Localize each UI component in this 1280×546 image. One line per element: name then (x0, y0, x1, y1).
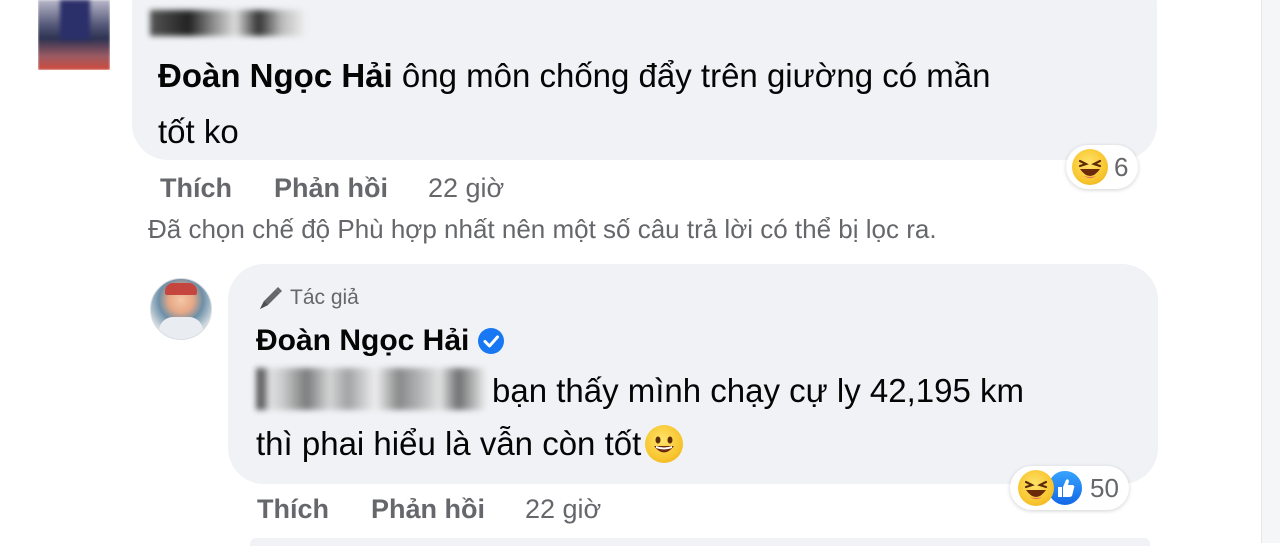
like-button[interactable]: Thích (257, 494, 329, 525)
reply-button[interactable]: Phản hồi (371, 494, 485, 525)
reply-reaction-summary[interactable]: 50 (1010, 466, 1129, 510)
next-bubble-edge (250, 538, 1150, 546)
author-badge: Tác giả (256, 283, 359, 313)
reply-text-line1: bạn thấy mình chạy cự ly 42,195 km (492, 372, 1025, 409)
censored-text (256, 368, 486, 410)
comment-text: Đoàn Ngọc Hải ông môn chống đẩy trên giư… (158, 57, 991, 150)
comment-actions: Thích Phản hồi 22 giờ (160, 170, 504, 206)
reply-author[interactable]: Đoàn Ngọc Hải (256, 324, 505, 358)
like-button[interactable]: Thích (160, 173, 232, 204)
haha-emoji-icon (1072, 149, 1108, 185)
reaction-count: 6 (1114, 151, 1129, 182)
reaction-summary[interactable]: 6 (1066, 145, 1139, 189)
commenter-avatar-censored[interactable] (38, 0, 110, 70)
reply-button[interactable]: Phản hồi (274, 173, 388, 204)
haha-emoji-icon (1018, 470, 1054, 506)
pen-icon (256, 283, 286, 313)
tagged-author-name[interactable]: Đoàn Ngọc Hải (158, 57, 393, 94)
reply-text-line2: thì phai hiểu là vẫn còn tốt (256, 416, 684, 472)
timestamp[interactable]: 22 giờ (525, 494, 601, 525)
verified-badge-icon (477, 327, 505, 355)
reply-actions: Thích Phản hồi 22 giờ (257, 491, 601, 527)
censored-name (150, 10, 305, 36)
filter-notice: Đã chọn chế độ Phù hợp nhất nên một số c… (148, 214, 937, 244)
smile-emoji-icon (645, 425, 684, 463)
timestamp[interactable]: 22 giờ (428, 173, 504, 204)
author-avatar[interactable] (150, 278, 212, 340)
scrollbar[interactable] (1261, 0, 1280, 543)
reaction-count: 50 (1090, 472, 1119, 503)
